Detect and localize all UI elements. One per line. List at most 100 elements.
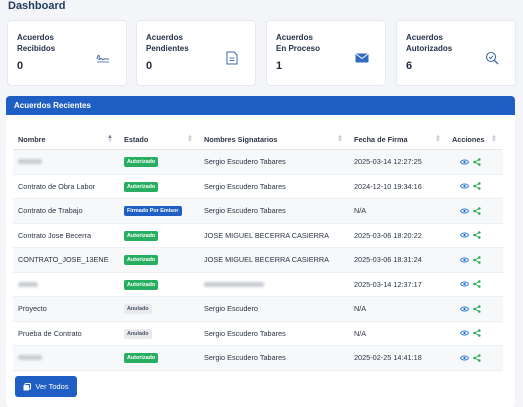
cell-acciones <box>447 149 503 175</box>
cell-acciones <box>447 174 503 199</box>
cell-nombre <box>13 272 119 297</box>
cell-nombre: Contrato de Obra Labor <box>13 174 119 199</box>
cell-nombre: CONTRATO_JOSE_13ENE <box>13 247 119 273</box>
cell-nombre: Prueba de Contrato <box>13 321 119 346</box>
table-row: Contrato de Trabajo Firmado Por Emisor Ser… <box>13 198 503 224</box>
cell-estado: Anulado <box>119 321 199 346</box>
table-header-row: Nombre ▲ ▼ Estado ▲ ▼ Nombres Signatarios ▲ ▼ … <box>13 129 503 150</box>
table-row: Autorizado 2025-03-14 12:37:17 <box>13 272 503 297</box>
view-all-button[interactable]: Ver Todos <box>15 376 77 397</box>
cell-acciones <box>447 272 503 297</box>
cell-fecha: 2025-02-25 14:41:18 <box>349 345 447 371</box>
cell-signatarios: Sergio Escudero Tabares <box>199 321 349 346</box>
column-header-nombre[interactable]: Nombre ▲ ▼ <box>13 129 119 150</box>
stat-label: Acuerdos Recibidos <box>17 33 56 53</box>
cell-estado: Autorizado <box>119 174 199 199</box>
view-icon[interactable] <box>460 232 469 238</box>
status-badge: Autorizado <box>124 279 159 290</box>
stat-value: 0 <box>146 60 153 72</box>
panel-title: Acuerdos Recientes <box>6 96 515 115</box>
status-badge: Anulado <box>124 304 152 315</box>
share-icon[interactable] <box>473 231 481 240</box>
sort-icon: ▲ ▼ <box>187 134 193 144</box>
cell-acciones <box>447 247 503 273</box>
cell-signatarios: Sergio Escudero <box>199 296 349 322</box>
cell-signatarios <box>199 272 349 297</box>
view-icon[interactable] <box>460 257 469 263</box>
view-icon[interactable] <box>460 330 469 336</box>
search-check-icon <box>483 49 501 67</box>
cell-signatarios: Sergio Escudero Tabares <box>199 149 349 175</box>
share-icon[interactable] <box>473 304 481 313</box>
table-row: Autorizado Sergio Escudero Tabares 2025-03… <box>13 149 503 175</box>
view-all-label: Ver Todos <box>35 382 69 391</box>
agreements-table: Nombre ▲ ▼ Estado ▲ ▼ Nombres Signatarios ▲ ▼ … <box>13 129 503 371</box>
view-icon[interactable] <box>460 355 469 361</box>
table-row: Autorizado Sergio Escudero Tabares 2025-02… <box>13 345 503 371</box>
share-icon[interactable] <box>473 206 481 215</box>
cell-estado: Firmado Por Emisor <box>119 198 199 224</box>
column-header-acciones[interactable]: Acciones ▲ ▼ <box>447 129 503 150</box>
cell-estado: Autorizado <box>119 272 199 297</box>
stat-label: Acuerdos En Proceso <box>276 33 321 53</box>
cell-estado: Autorizado <box>119 345 199 371</box>
cell-signatarios: Sergio Escudero Tabares <box>199 174 349 199</box>
column-header-signatarios[interactable]: Nombres Signatarios ▲ ▼ <box>199 129 349 150</box>
cell-signatarios: Sergio Escudero Tabares <box>199 345 349 371</box>
stat-card[interactable]: Acuerdos En Proceso 1 <box>266 20 386 86</box>
view-icon[interactable] <box>460 159 469 165</box>
cell-fecha: N/A <box>349 296 447 322</box>
envelope-icon <box>353 49 371 67</box>
view-icon[interactable] <box>460 281 469 287</box>
cell-estado: Autorizado <box>119 149 199 175</box>
status-badge: Autorizado <box>124 230 159 241</box>
stat-label: Acuerdos Autorizados <box>406 33 453 53</box>
table-row: Proyecto Anulado Sergio Escudero N/A <box>13 296 503 322</box>
share-icon[interactable] <box>473 182 481 191</box>
view-icon[interactable] <box>460 208 469 214</box>
column-header-fecha[interactable]: Fecha de Firma ▲ ▼ <box>349 129 447 150</box>
sort-icon: ▲ ▼ <box>491 134 497 144</box>
share-icon[interactable] <box>473 157 481 166</box>
share-icon[interactable] <box>473 280 481 289</box>
share-icon[interactable] <box>473 353 481 362</box>
stat-card[interactable]: Acuerdos Pendientes 0 <box>136 20 256 86</box>
cell-estado: Anulado <box>119 296 199 322</box>
sort-icon: ▲ ▼ <box>107 134 113 144</box>
share-icon[interactable] <box>473 329 481 338</box>
status-badge: Anulado <box>124 328 152 339</box>
redacted-text <box>18 159 42 165</box>
cell-fecha: 2025-03-14 12:27:25 <box>349 149 447 175</box>
cell-acciones <box>447 223 503 248</box>
cell-acciones <box>447 296 503 322</box>
cell-fecha: 2025-03-06 18:20:22 <box>349 223 447 248</box>
status-badge: Firmado Por Emisor <box>124 206 182 217</box>
redacted-text <box>204 281 264 287</box>
cell-signatarios: JOSE MIGUEL BECERRA CASIERRA <box>199 247 349 273</box>
cell-estado: Autorizado <box>119 247 199 273</box>
share-icon[interactable] <box>473 255 481 264</box>
status-badge: Autorizado <box>124 181 159 192</box>
redacted-text <box>18 281 38 287</box>
cell-acciones <box>447 321 503 346</box>
status-badge: Autorizado <box>124 157 159 168</box>
cell-signatarios: JOSE MIGUEL BECERRA CASIERRA <box>199 223 349 248</box>
status-badge: Autorizado <box>124 255 159 266</box>
view-icon[interactable] <box>460 306 469 312</box>
stat-card[interactable]: Acuerdos Recibidos 0 <box>7 20 127 86</box>
cell-estado: Autorizado <box>119 223 199 248</box>
redacted-text <box>18 355 42 361</box>
cell-fecha: N/A <box>349 198 447 224</box>
signature-icon <box>94 49 112 67</box>
cell-fecha: 2024-12-10 19:34:16 <box>349 174 447 199</box>
stat-card[interactable]: Acuerdos Autorizados 6 <box>396 20 516 86</box>
cell-acciones <box>447 345 503 371</box>
table-row: CONTRATO_JOSE_13ENE Autorizado JOSE MIGUEL… <box>13 247 503 273</box>
table-row: Prueba de Contrato Anulado Sergio Escudero… <box>13 321 503 346</box>
column-header-estado[interactable]: Estado ▲ ▼ <box>119 129 199 150</box>
view-icon[interactable] <box>460 183 469 189</box>
cell-nombre <box>13 149 119 175</box>
cell-nombre <box>13 345 119 371</box>
stat-label: Acuerdos Pendientes <box>146 33 189 53</box>
cell-nombre: Proyecto <box>13 296 119 322</box>
